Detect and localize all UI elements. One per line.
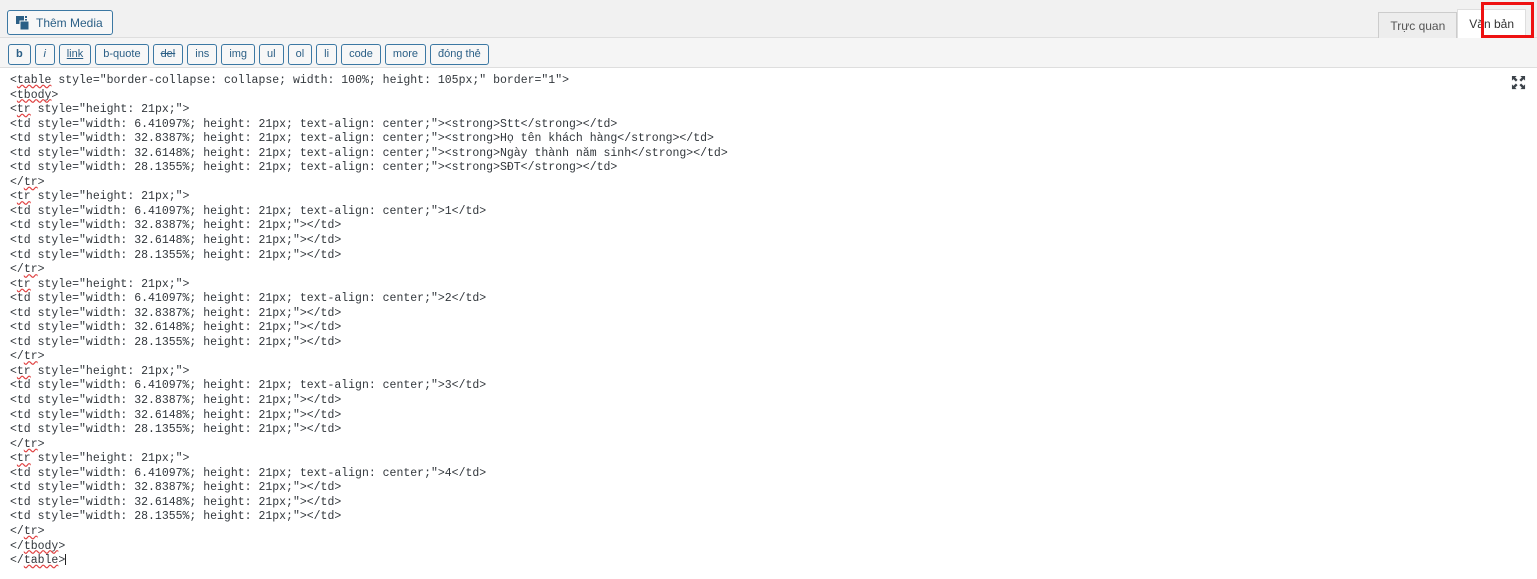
- code-line: <td style="width: 32.8387%; height: 21px…: [10, 394, 342, 408]
- code-line: </tr>: [10, 524, 45, 538]
- code-line: </tr>: [10, 437, 45, 451]
- code-line: </tr>: [10, 175, 45, 189]
- code-line: <tr style="height: 21px;">: [10, 190, 190, 204]
- code-line: <tr style="height: 21px;">: [10, 103, 190, 117]
- qt-button-del[interactable]: del: [152, 44, 184, 65]
- code-line: <td style="width: 6.41097%; height: 21px…: [10, 204, 487, 218]
- qt-button-more[interactable]: more: [384, 44, 426, 65]
- code-line: <td style="width: 6.41097%; height: 21px…: [10, 466, 487, 480]
- qt-button-img[interactable]: img: [221, 44, 256, 65]
- add-media-label: Thêm Media: [36, 15, 103, 30]
- code-line: <tbody>: [10, 88, 59, 102]
- code-line: <td style="width: 32.8387%; height: 21px…: [10, 132, 714, 146]
- tab-visual[interactable]: Trực quan: [1378, 12, 1458, 38]
- code-line: <td style="width: 32.6148%; height: 21px…: [10, 234, 342, 248]
- code-line: <td style="width: 32.6148%; height: 21px…: [10, 146, 728, 160]
- tab-visual-label: Trực quan: [1390, 18, 1446, 33]
- code-line: <td style="width: 32.8387%; height: 21px…: [10, 306, 342, 320]
- code-line: <td style="width: 32.6148%; height: 21px…: [10, 495, 342, 509]
- code-line: <td style="width: 6.41097%; height: 21px…: [10, 379, 487, 393]
- code-line: <td style="width: 28.1355%; height: 21px…: [10, 423, 342, 437]
- code-line: <td style="width: 32.6148%; height: 21px…: [10, 408, 342, 422]
- code-line: <td style="width: 6.41097%; height: 21px…: [10, 292, 487, 306]
- add-media-button[interactable]: Thêm Media: [7, 10, 113, 35]
- code-line: <tr style="height: 21px;">: [10, 452, 190, 466]
- editor-view-tabs: Trực quan Văn bản: [1378, 9, 1526, 38]
- code-line: <td style="width: 28.1355%; height: 21px…: [10, 510, 342, 524]
- editor-code-content[interactable]: <table style="border-collapse: collapse;…: [0, 74, 1490, 569]
- quicktags-toolbar: b i link b-quote del ins img ul ol li co…: [0, 38, 1537, 68]
- code-line: <td style="width: 32.6148%; height: 21px…: [10, 321, 342, 335]
- code-line: <td style="width: 28.1355%; height: 21px…: [10, 248, 342, 262]
- qt-button-link[interactable]: link: [58, 44, 92, 65]
- qt-button-ul[interactable]: ul: [259, 44, 284, 65]
- qt-button-blockquote[interactable]: b-quote: [95, 44, 149, 65]
- add-media-icon: [16, 15, 30, 30]
- code-line: <td style="width: 32.8387%; height: 21px…: [10, 219, 342, 233]
- text-editor-area[interactable]: <table style="border-collapse: collapse;…: [0, 69, 1537, 579]
- code-line: </tr>: [10, 263, 45, 277]
- code-line: </table>: [10, 554, 67, 568]
- qt-button-ol[interactable]: ol: [287, 44, 313, 65]
- code-line: <table style="border-collapse: collapse;…: [10, 74, 570, 87]
- tab-text[interactable]: Văn bản: [1457, 9, 1526, 38]
- code-line: <td style="width: 28.1355%; height: 21px…: [10, 161, 618, 175]
- tab-text-label: Văn bản: [1469, 17, 1514, 31]
- qt-button-italic[interactable]: i: [34, 44, 55, 65]
- qt-button-code[interactable]: code: [341, 44, 381, 65]
- text-caret: [65, 554, 67, 566]
- qt-button-close-tags[interactable]: đóng thẻ: [429, 44, 489, 65]
- code-line: </tbody>: [10, 539, 66, 553]
- qt-button-bold[interactable]: b: [8, 44, 31, 65]
- code-line: <td style="width: 32.8387%; height: 21px…: [10, 481, 342, 495]
- quicktags-list: b i link b-quote del ins img ul ol li co…: [0, 38, 1537, 67]
- qt-button-li[interactable]: li: [316, 44, 338, 65]
- code-line: <td style="width: 6.41097%; height: 21px…: [10, 117, 618, 131]
- code-line: <td style="width: 28.1355%; height: 21px…: [10, 335, 342, 349]
- code-line: </tr>: [10, 350, 45, 364]
- code-line: <tr style="height: 21px;">: [10, 277, 190, 291]
- code-line: <tr style="height: 21px;">: [10, 364, 190, 378]
- editor-header: Thêm Media Trực quan Văn bản: [0, 0, 1537, 38]
- qt-button-ins[interactable]: ins: [187, 44, 218, 65]
- fullscreen-expand-icon[interactable]: [1507, 72, 1529, 92]
